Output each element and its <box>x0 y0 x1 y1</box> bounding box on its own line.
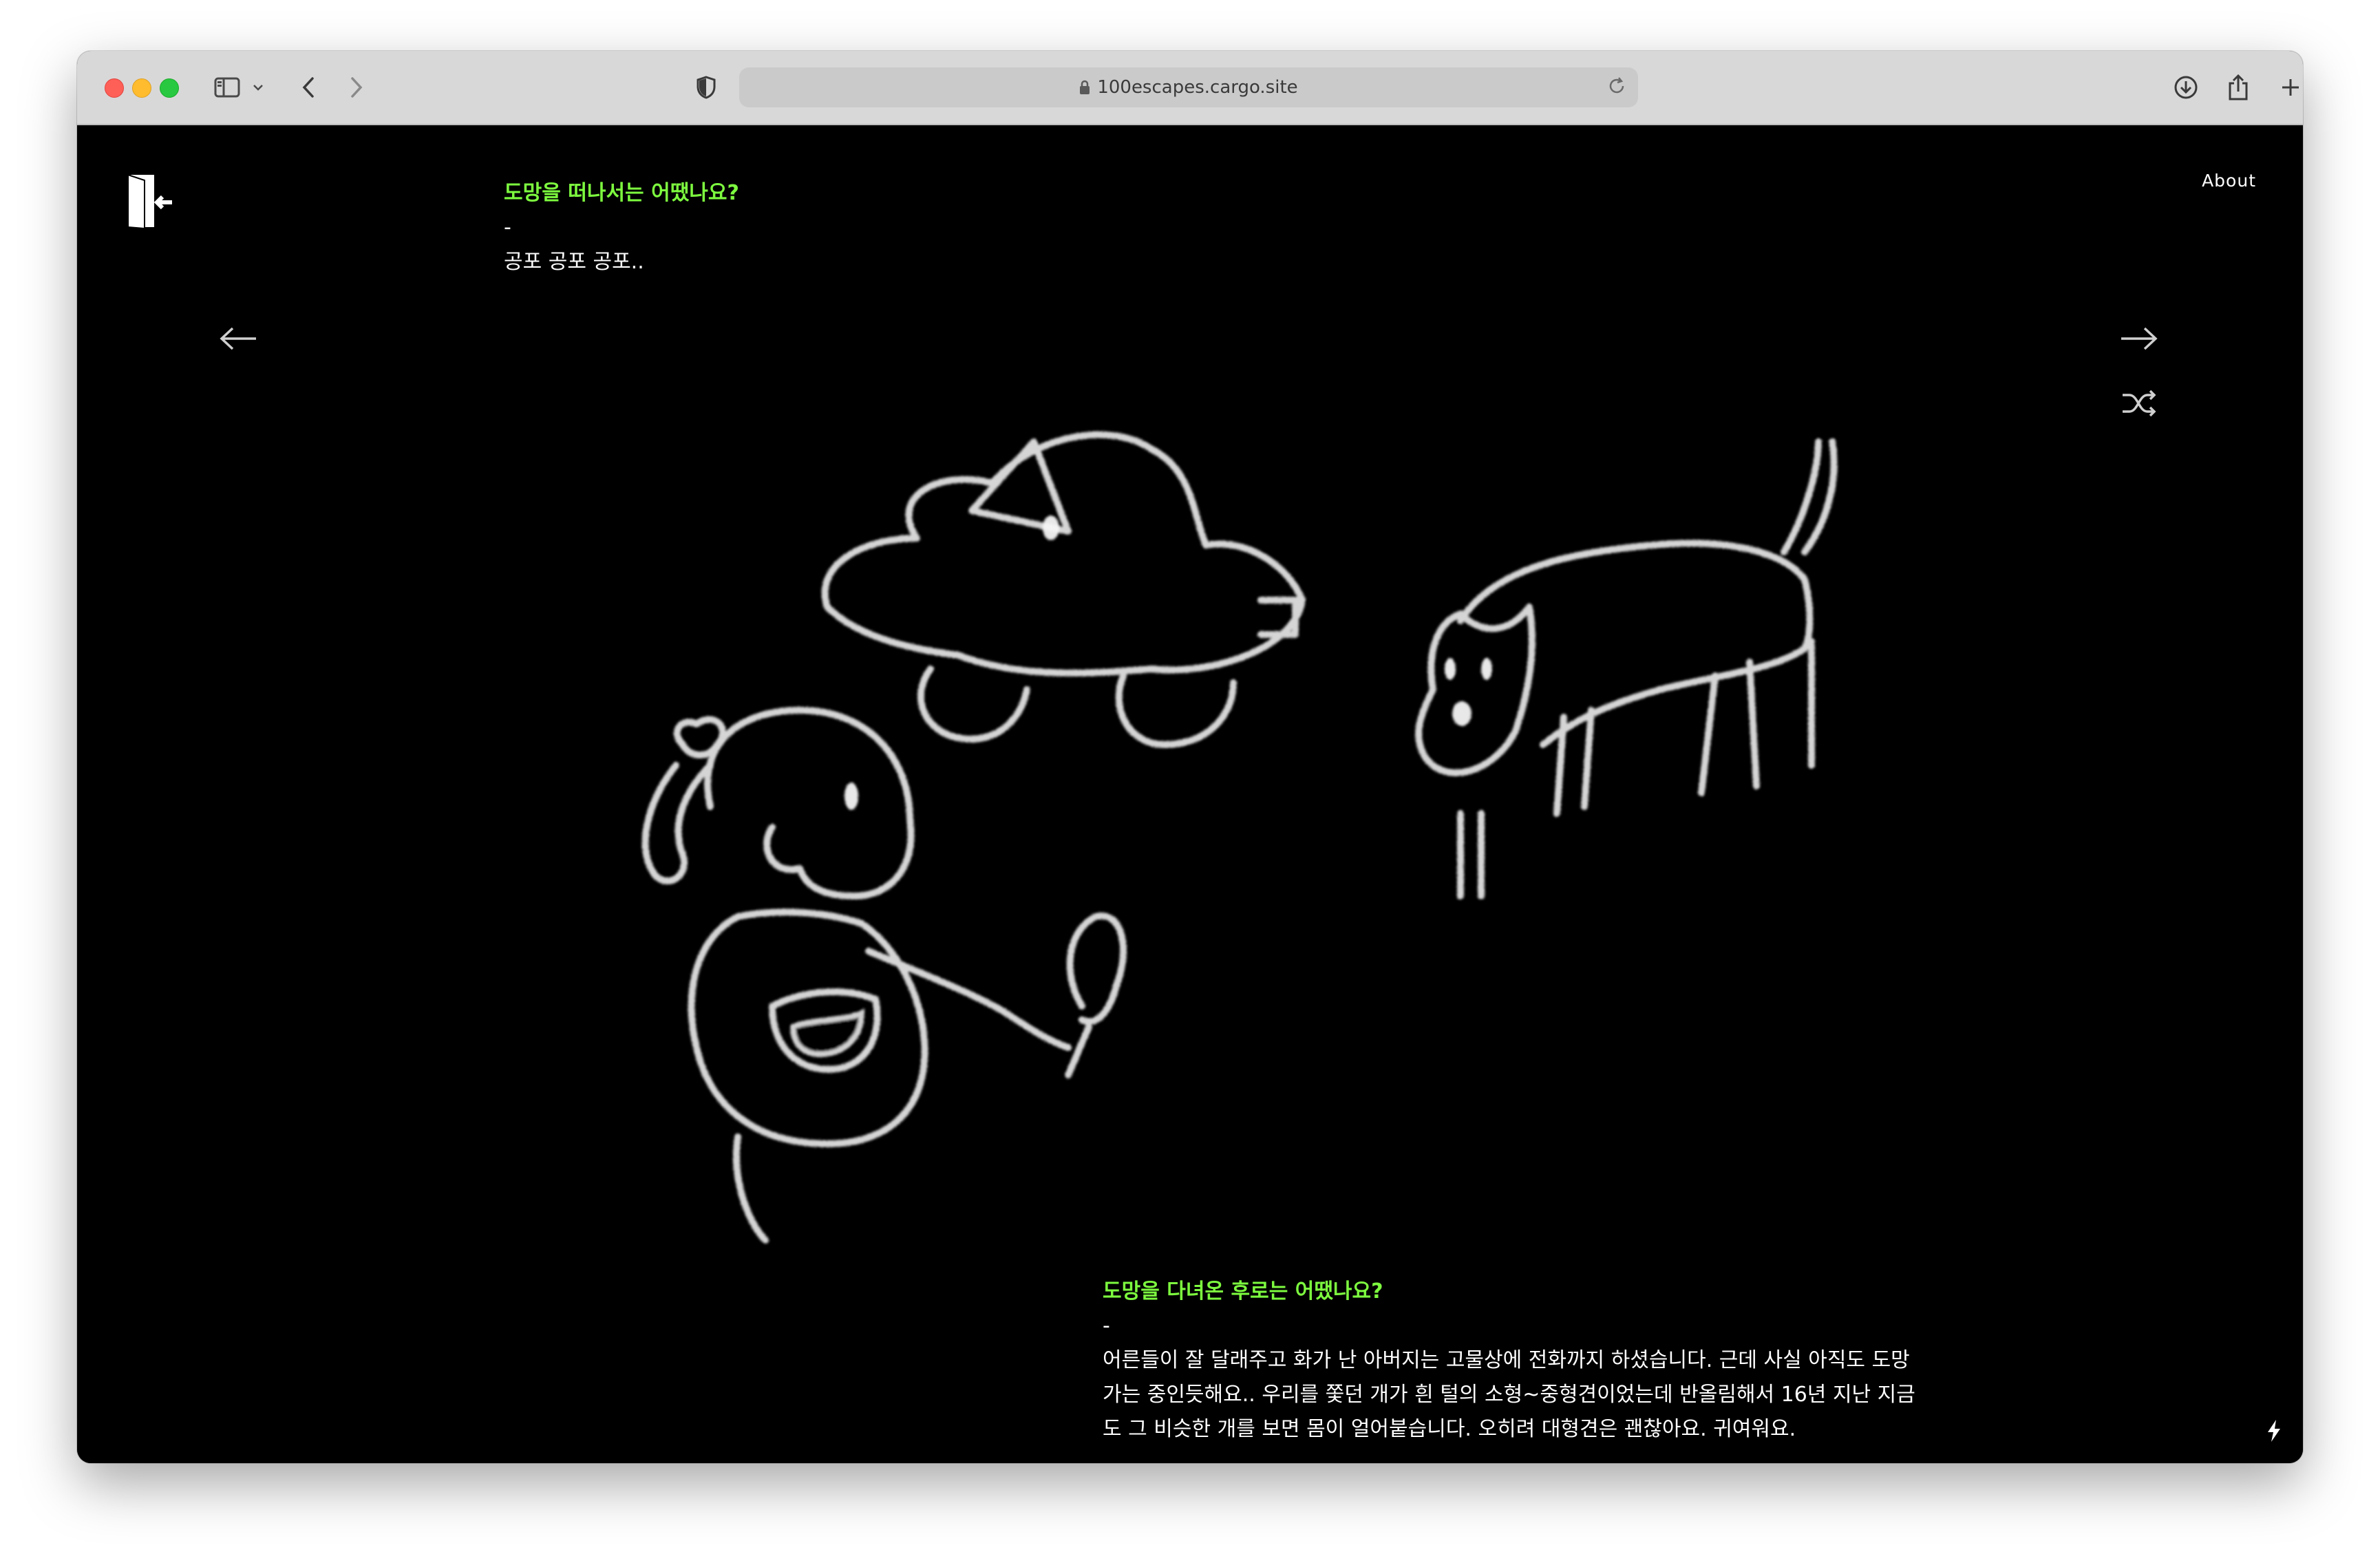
address-bar[interactable]: 100escapes.cargo.site <box>739 67 1638 107</box>
chevron-down-icon[interactable] <box>251 72 266 103</box>
reload-icon[interactable] <box>1606 76 1627 101</box>
question-title: 도망을 떠나서는 어땠나요? <box>504 181 739 205</box>
question-block-2: 도망을 다녀온 후로는 어땠나요? - 어른들이 잘 달래주고 화가 난 아버지… <box>1103 1275 1929 1447</box>
arrow-right-icon[interactable] <box>2120 326 2158 354</box>
about-link[interactable]: About <box>2202 171 2256 191</box>
question-answer: 어른들이 잘 달래주고 화가 난 아버지는 고물상에 전화까지 하셨습니다. 근… <box>1103 1348 1915 1441</box>
browser-window: 100escapes.cargo.site About 도망을 떠나서는 어땠나… <box>77 51 2303 1463</box>
question-dash: - <box>504 215 511 239</box>
question-dash: - <box>1103 1314 1110 1338</box>
share-icon[interactable] <box>2224 72 2252 103</box>
shield-icon[interactable] <box>694 72 719 103</box>
page-content: About 도망을 떠나서는 어땠나요? - 공포 공포 공포.. 도망을 다녀… <box>77 125 2303 1463</box>
exit-door-logo-icon[interactable] <box>121 172 176 233</box>
close-window-button[interactable] <box>105 78 124 98</box>
shuffle-icon[interactable] <box>2121 390 2157 420</box>
maximize-window-button[interactable] <box>160 78 179 98</box>
back-icon[interactable] <box>296 72 321 103</box>
browser-toolbar: 100escapes.cargo.site <box>77 51 2303 125</box>
lightning-icon[interactable] <box>2266 1419 2282 1445</box>
chalk-drawing-illustration <box>641 431 1838 1244</box>
question-title: 도망을 다녀온 후로는 어땠나요? <box>1103 1279 1383 1303</box>
minimize-window-button[interactable] <box>132 78 151 98</box>
arrow-left-icon[interactable] <box>219 326 257 354</box>
forward-icon[interactable] <box>344 72 369 103</box>
sidebar-icon[interactable] <box>212 72 242 103</box>
download-icon[interactable] <box>2172 72 2200 103</box>
lock-icon <box>1079 80 1090 95</box>
new-tab-icon[interactable] <box>2277 72 2303 103</box>
url-text: 100escapes.cargo.site <box>1097 77 1298 98</box>
question-block-1: 도망을 떠나서는 어땠나요? - 공포 공포 공포.. <box>504 176 739 279</box>
question-answer: 공포 공포 공포.. <box>504 250 644 274</box>
